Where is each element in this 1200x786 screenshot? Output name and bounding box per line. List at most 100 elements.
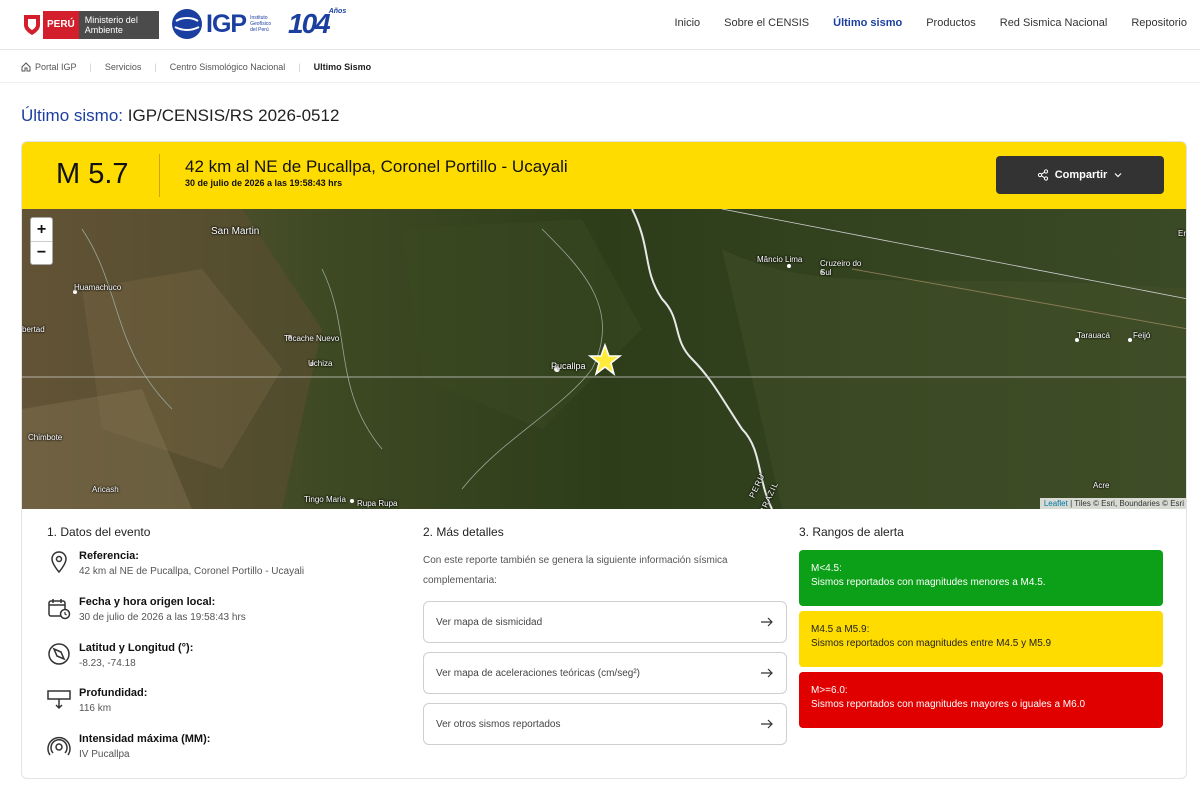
detail-label: Fecha y hora origen local: [79,596,216,608]
top-bar: PERÚ Ministerio del Ambiente IGP Institu… [0,0,1200,50]
share-label: Compartir [1054,169,1108,181]
calendar-clock-icon [48,599,71,620]
detail-label: Profundidad: [79,687,148,699]
nav-ultimo-sismo[interactable]: Último sismo [833,17,902,29]
map-label: Rupa Rupa [357,499,398,508]
main-nav: Inicio Sobre el CENSIS Último sismo Prod… [674,17,1187,29]
nav-sobre-censis[interactable]: Sobre el CENSIS [724,17,809,29]
map-label: Er [1178,229,1186,238]
page-title-prefix: Último sismo: [21,106,124,125]
intensity-icon [47,736,71,756]
range-text: Sismos reportados con magnitudes mayores… [811,699,1086,710]
magnitude-banner: M 5.7 42 km al NE de Pucallpa, Coronel P… [22,142,1186,209]
map-label: Uchiza [308,359,333,368]
breadcrumb-censis[interactable]: Centro Sismológico Nacional [170,62,286,72]
anniversary-number: 104 [288,8,331,39]
nav-repositorio[interactable]: Repositorio [1131,17,1187,29]
nav-red-sismica[interactable]: Red Sismica Nacional [1000,17,1108,29]
detail-label: Latitud y Longitud (°): [79,642,194,654]
link-label: Ver mapa de aceleraciones teóricas (cm/s… [436,667,640,679]
detail-label: Referencia: [79,550,139,562]
detail-label: Intensidad máxima (MM): [79,733,211,745]
breadcrumb-current: Ultimo Sismo [313,61,372,72]
peru-ministry-logo[interactable]: PERÚ Ministerio del Ambiente [21,10,159,39]
detail-value: IV Pucallpa [79,749,130,760]
igp-logo[interactable]: IGP Instituto Geofísico del Perú [172,9,274,39]
breadcrumb-separator: | [89,61,92,72]
event-data-section: 1. Datos del evento Referencia: 42 km al … [47,525,387,760]
igp-logo-text: IGP [206,9,247,38]
map-label: Feijó [1133,331,1151,340]
more-details-description: Con este reporte también se genera la si… [423,555,728,586]
chevron-down-icon [1114,173,1122,178]
breadcrumb-home[interactable]: Portal IGP [21,62,77,72]
alert-range-yellow: M4.5 a M5.9: Sismos reportados con magni… [799,611,1163,667]
detail-intensity: Intensidad máxima (MM): IV Pucallpa [47,733,210,760]
peru-logo-text: PERÚ [43,10,79,39]
map-label: Pucallpa [551,361,586,371]
magnitude-value: M 5.7 [56,158,129,190]
alert-ranges-section: 3. Rangos de alerta M<4.5: Sismos report… [799,525,1163,728]
more-details-heading: 2. Más detalles [423,525,504,539]
map-label: Tingo Maria [304,495,346,504]
banner-divider [159,154,160,197]
map-label: Cruzeiro do Sul [820,259,862,277]
alert-range-red: M>=6.0: Sismos reportados con magnitudes… [799,672,1163,728]
zoom-in-button[interactable]: + [31,218,52,241]
detail-depth: Profundidad: 116 km [47,687,147,714]
share-icon [1037,169,1048,181]
link-label: Ver otros sismos reportados [436,718,561,730]
zoom-control: + − [30,217,53,265]
map-label: Huamachuco [74,283,122,292]
anniversary-suffix: Años [328,8,347,15]
breadcrumb: Portal IGP | Servicios | Centro Sismológ… [0,51,1200,83]
share-button[interactable]: Compartir [996,156,1164,194]
arrow-right-icon [761,617,773,627]
map-label: San Martin [211,226,260,237]
attribution-text: | Tiles © Esri, Boundaries © Esri [1070,499,1184,508]
nav-productos[interactable]: Productos [926,17,976,29]
satellite-map-graphic [22,209,1186,509]
map-attribution: Leaflet | Tiles © Esri, Boundaries © Esr… [1039,498,1186,509]
seismicity-map-link[interactable]: Ver mapa de sismicidad [423,601,787,643]
event-data-heading: 1. Datos del evento [47,525,151,539]
range-text: Sismos reportados con magnitudes menores… [811,577,1046,588]
detail-reference: Referencia: 42 km al NE de Pucallpa, Coro… [47,550,304,577]
zoom-out-button[interactable]: − [31,241,52,264]
breadcrumb-portal-igp: Portal IGP [35,61,77,72]
globe-icon [172,9,202,39]
arrow-right-icon [761,719,773,729]
ministry-logo-text: Ministerio del Ambiente [78,10,159,39]
leaflet-link[interactable]: Leaflet [1044,499,1068,508]
other-earthquakes-link[interactable]: Ver otros sismos reportados [423,703,787,745]
compass-icon [48,643,70,665]
range-title: M<4.5: [811,563,842,574]
page-title-code: IGP/CENSIS/RS 2026-0512 [127,106,340,125]
breadcrumb-servicios[interactable]: Servicios [105,62,142,72]
range-title: M>=6.0: [811,685,848,696]
detail-value: 30 de julio de 2026 a las 19:58:43 hrs [79,612,246,623]
map-label: Tocache Nuevo [284,334,340,343]
nav-inicio[interactable]: Inicio [674,17,700,29]
peru-shield-icon [21,10,43,39]
earthquake-card: M 5.7 42 km al NE de Pucallpa, Coronel P… [21,141,1187,779]
range-text: Sismos reportados con magnitudes entre M… [811,638,1052,649]
event-datetime: 30 de julio de 2026 a las 19:58:43 hrs [185,178,343,188]
link-label: Ver mapa de sismicidad [436,616,543,628]
event-place: 42 km al NE de Pucallpa, Coronel Portill… [185,157,568,176]
map-label: Aricash [92,485,119,494]
alert-ranges-heading: 3. Rangos de alerta [799,525,904,539]
page-title: Último sismo: IGP/CENSIS/RS 2026-0512 [21,106,339,126]
acceleration-map-link[interactable]: Ver mapa de aceleraciones teóricas (cm/s… [423,652,787,694]
map-label: Mâncio Lima [757,255,803,264]
map-label: bertad [22,325,45,334]
alert-range-green: M<4.5: Sismos reportados con magnitudes … [799,550,1163,606]
detail-coordinates: Latitud y Longitud (°): -8.23, -74.18 [47,642,193,669]
detail-value: 42 km al NE de Pucallpa, Coronel Portill… [79,566,305,577]
arrow-right-icon [761,668,773,678]
home-icon [21,61,31,71]
detail-datetime: Fecha y hora origen local: 30 de julio de… [47,596,246,623]
epicenter-map[interactable]: San Martin Huamachuco bertad Tocache Nue… [22,209,1186,509]
anniversary-logo: 104Años [288,8,346,40]
map-label: Tarauacá [1077,331,1110,340]
